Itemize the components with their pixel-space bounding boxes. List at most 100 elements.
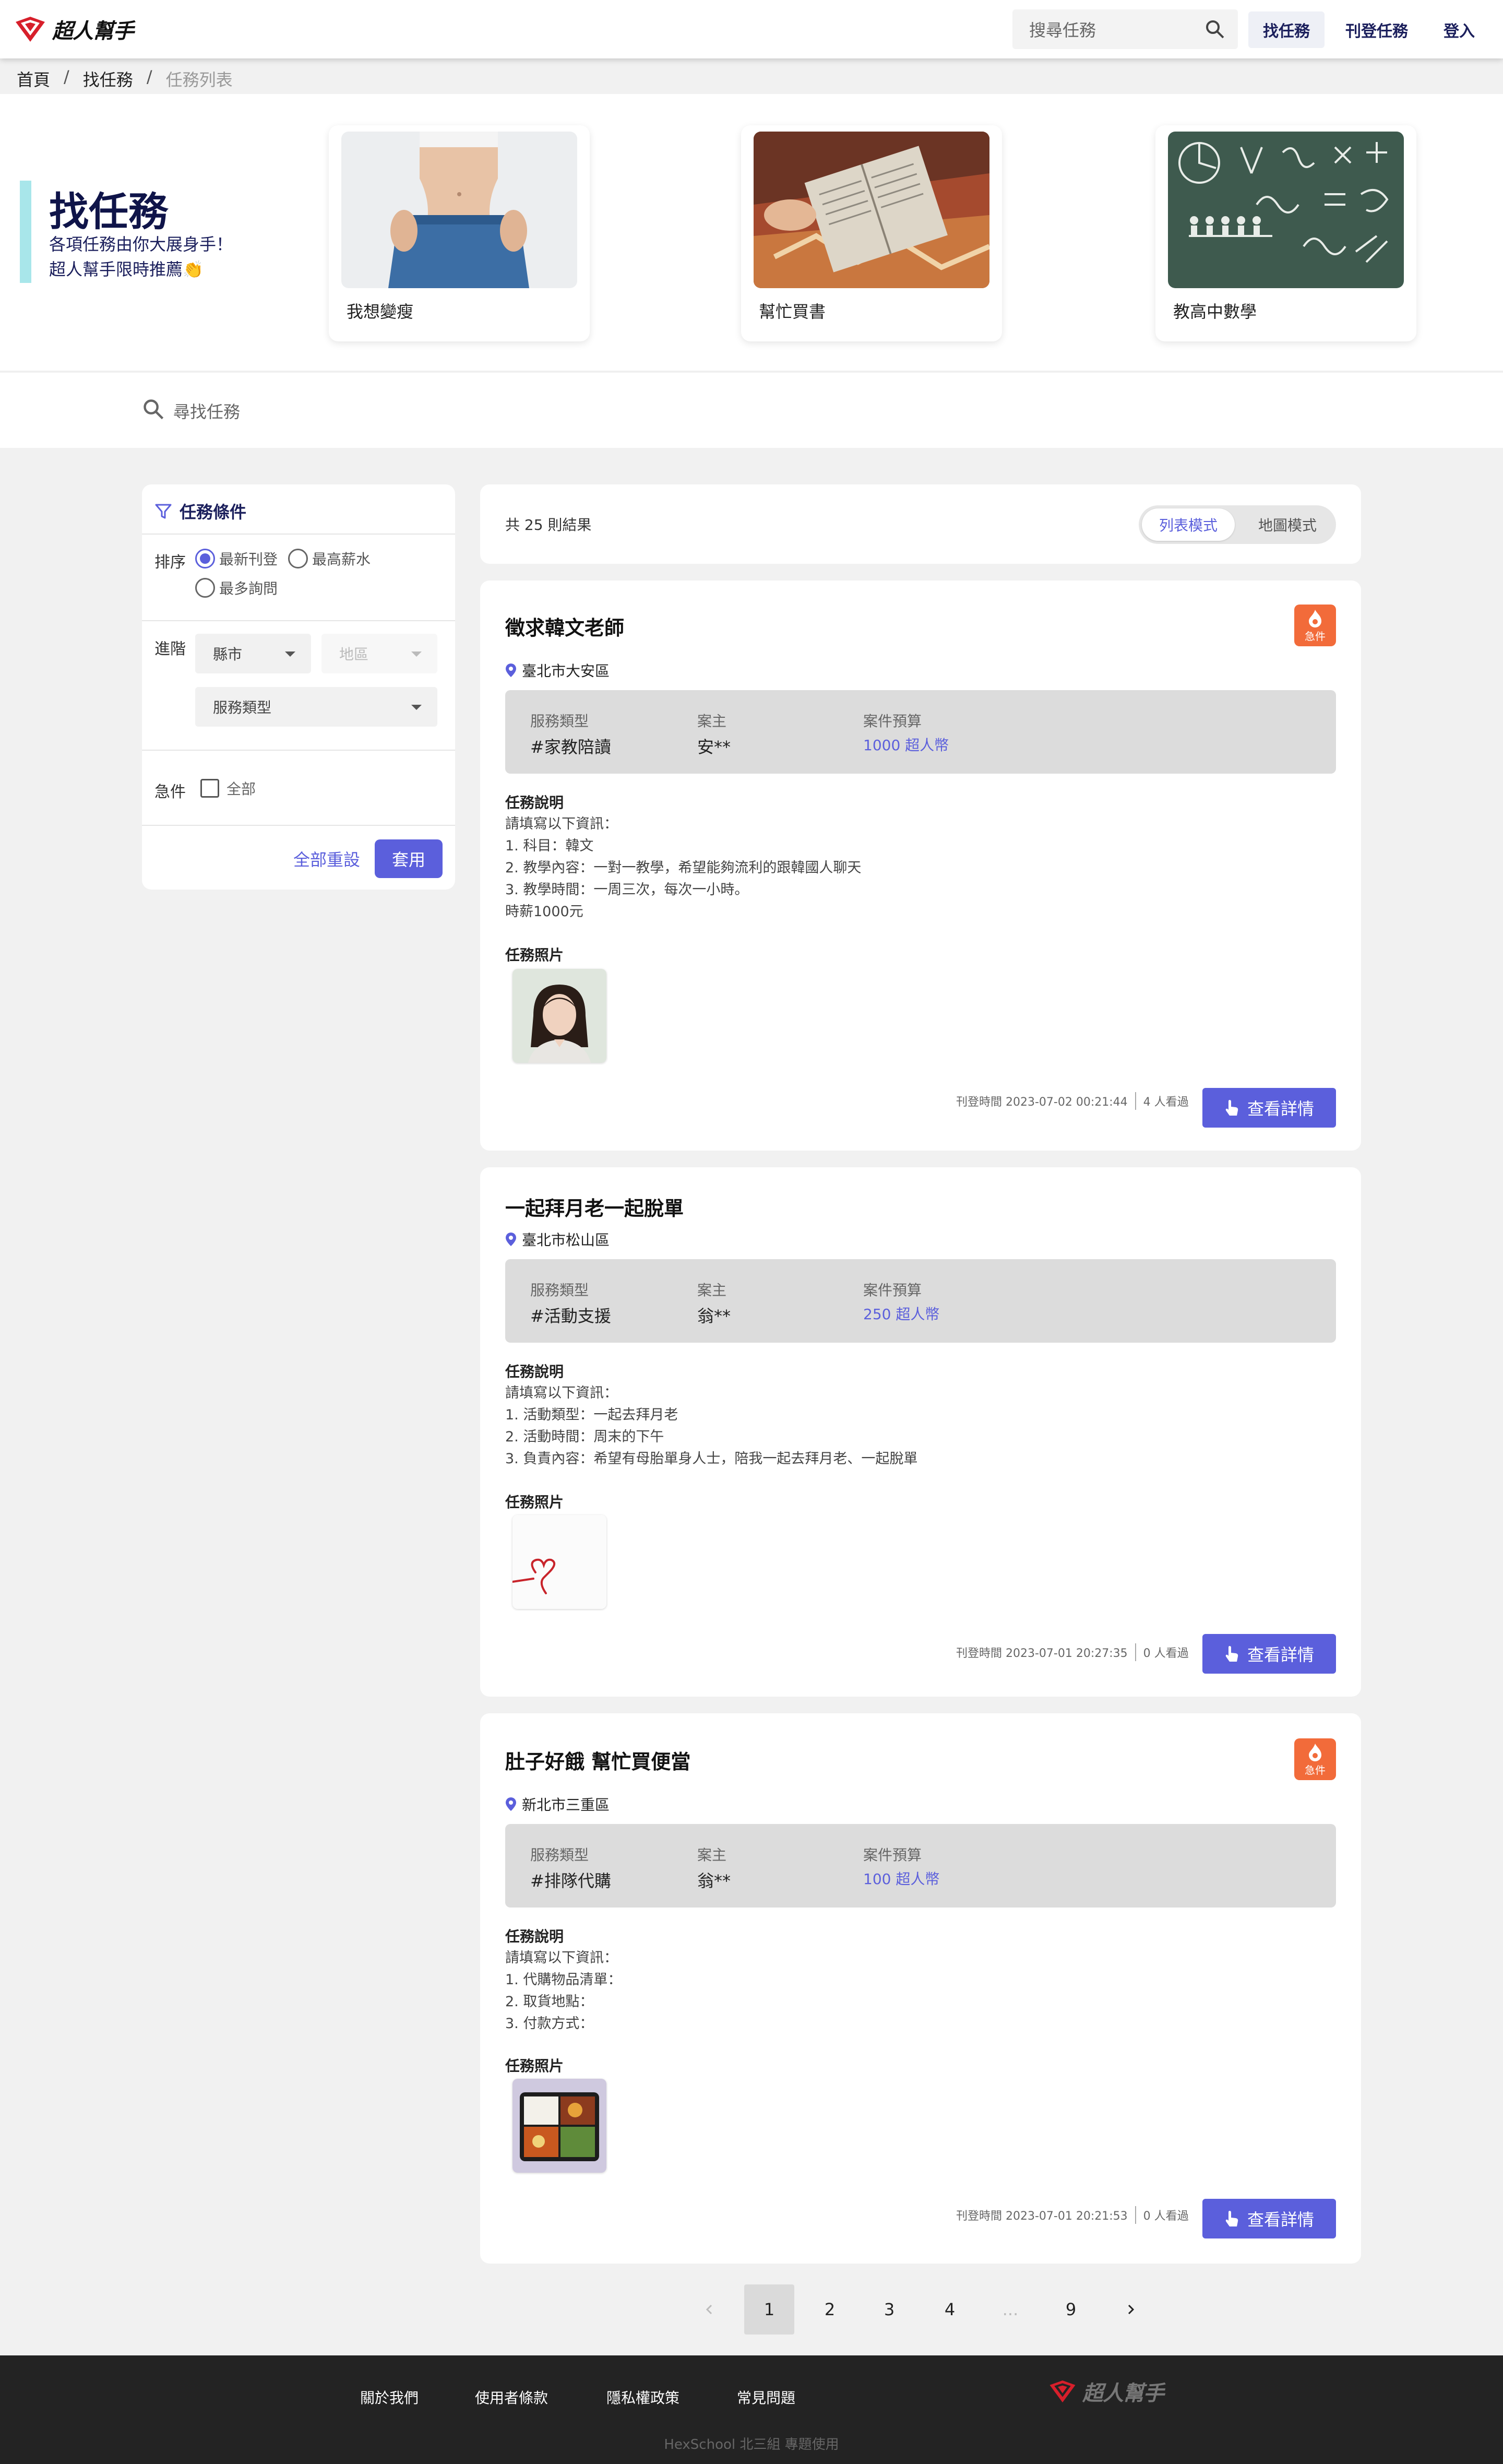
category-card-slim[interactable]: 我想變瘦 [329, 125, 590, 341]
hero-section: 找任務 各項任務由你大展身手！ 超人幫手限時推薦👏 我想變瘦 幫忙買書 教高中數… [0, 94, 1503, 372]
page-button[interactable]: 9 [1046, 2284, 1096, 2335]
district-select-value: 地區 [339, 646, 369, 663]
checkbox[interactable] [200, 779, 219, 798]
map-mode-button[interactable]: 地圖模式 [1243, 508, 1332, 541]
owner-value: 安** [697, 737, 731, 757]
task-photo-portrait[interactable] [512, 969, 606, 1063]
category-image-chalkboard [1168, 132, 1404, 288]
task-location-text: 臺北市大安區 [522, 662, 610, 680]
urgent-badge: 急件 [1294, 1738, 1336, 1780]
chevron-down-icon [285, 651, 295, 657]
radio-selected[interactable] [195, 549, 215, 568]
nav-login[interactable]: 登入 [1429, 11, 1489, 48]
task-photo-heart[interactable] [512, 1515, 606, 1609]
view-detail-button[interactable]: 查看詳情 [1202, 2199, 1336, 2238]
city-select[interactable]: 縣市 [195, 634, 311, 673]
task-location: 臺北市大安區 [505, 660, 610, 681]
view-detail-button[interactable]: 查看詳情 [1202, 1088, 1336, 1128]
photos-heading: 任務照片 [505, 1494, 564, 1511]
task-title[interactable]: 肚子好餓 幫忙買便當 [505, 1746, 690, 1774]
description-line: 1. 活動類型：一起去拜月老 [505, 1407, 678, 1423]
filter-title-text: 任務條件 [180, 502, 247, 522]
sort-option-inquiries[interactable]: 最多詢問 [195, 577, 278, 598]
task-photo-bento[interactable] [512, 2079, 606, 2173]
urgent-badge-text: 急件 [1305, 1764, 1326, 1776]
view-count: 4 人看過 [1143, 1096, 1189, 1109]
radio-unselected[interactable] [195, 578, 215, 598]
view-detail-label: 查看詳情 [1247, 2210, 1314, 2230]
task-meta: 刊登時間 2023-07-01 20:27:35 0 人看過 [956, 1643, 1189, 1661]
logo-text: 超人幫手 [52, 19, 134, 43]
results-header: 共 25 則結果 列表模式 地圖模式 [480, 484, 1361, 564]
search-icon[interactable] [1204, 19, 1225, 40]
apply-button[interactable]: 套用 [375, 839, 443, 878]
copyright: HexSchool 北三組 專題使用 [664, 2437, 839, 2453]
task-info-box: 服務類型 #家教陪讀 案主 安** 案件預算 1000 超人幣 [505, 690, 1336, 774]
hero-subtitle-line: 超人幫手限時推薦👏 [49, 259, 204, 279]
prev-page-button[interactable] [685, 2284, 735, 2335]
budget-label: 案件預算 [863, 1846, 922, 1864]
task-search-bar[interactable]: 尋找任務 [0, 373, 1503, 448]
urgent-badge: 急件 [1294, 605, 1336, 646]
breadcrumb-find[interactable]: 找任務 [83, 67, 133, 91]
footer-link-faq[interactable]: 常見問題 [737, 2387, 795, 2408]
urgent-all-checkbox[interactable]: 全部 [200, 778, 256, 799]
list-mode-button[interactable]: 列表模式 [1142, 508, 1235, 541]
sort-option-latest[interactable]: 最新刊登 [195, 548, 278, 569]
page-button[interactable]: 2 [805, 2284, 855, 2335]
service-type-label: 服務類型 [530, 1282, 589, 1299]
view-detail-button[interactable]: 查看詳情 [1202, 1634, 1336, 1674]
footer-link-privacy[interactable]: 隱私權政策 [606, 2387, 679, 2408]
page-button[interactable]: 4 [925, 2284, 975, 2335]
task-location: 新北市三重區 [505, 1794, 610, 1815]
description-line: 請填寫以下資訊： [505, 1385, 618, 1401]
task-info-box: 服務類型 #活動支援 案主 翁** 案件預算 250 超人幣 [505, 1259, 1336, 1343]
header-search-input[interactable]: 搜尋任務 [1012, 9, 1238, 49]
breadcrumb-current: 任務列表 [165, 70, 233, 90]
category-card-books[interactable]: 幫忙買書 [741, 125, 1002, 341]
task-location-text: 臺北市松山區 [522, 1231, 610, 1249]
sort-option-salary[interactable]: 最高薪水 [288, 548, 371, 569]
logo-text: 超人幫手 [1082, 2382, 1164, 2406]
footer-link-about[interactable]: 關於我們 [360, 2387, 419, 2408]
page-ellipsis: ... [1002, 2300, 1019, 2319]
footer-link-terms[interactable]: 使用者條款 [475, 2387, 548, 2408]
task-title[interactable]: 一起拜月老一起脫單 [505, 1192, 684, 1221]
category-image-book [754, 132, 989, 288]
page-button[interactable]: 3 [864, 2284, 914, 2335]
view-detail-label: 查看詳情 [1247, 1099, 1314, 1119]
category-card-math[interactable]: 教高中數學 [1155, 125, 1416, 341]
task-search-input[interactable]: 尋找任務 [173, 399, 240, 423]
service-type-select[interactable]: 服務類型 [195, 687, 437, 727]
budget-label: 案件預算 [863, 713, 922, 730]
divider [142, 750, 455, 751]
breadcrumb-home[interactable]: 首頁 [17, 67, 50, 91]
reset-all-button[interactable]: 全部重設 [293, 847, 360, 871]
description-line: 3. 教學時間：一周三次，每次一小時。 [505, 882, 749, 898]
fire-icon [1309, 1744, 1321, 1761]
district-select[interactable]: 地區 [321, 634, 437, 673]
category-label: 教高中數學 [1173, 302, 1257, 322]
chevron-down-icon [411, 705, 422, 710]
description-line: 3. 付款方式： [505, 2016, 594, 2032]
chevron-down-icon [411, 651, 422, 657]
filter-panel: 任務條件 排序 最新刊登 最高薪水 最多詢問 進階 縣市 地區 服務類型 急件 … [142, 484, 455, 890]
service-type-label: 服務類型 [530, 713, 589, 730]
task-title[interactable]: 徵求韓文老師 [505, 612, 624, 641]
owner-value: 翁** [697, 1306, 731, 1326]
location-pin-icon [506, 664, 516, 677]
page-button[interactable]: 1 [744, 2284, 794, 2335]
site-logo[interactable]: 超人幫手 [14, 14, 134, 45]
nav-find-task[interactable]: 找任務 [1248, 11, 1325, 48]
nav-post-task[interactable]: 刊登任務 [1335, 11, 1418, 48]
filter-icon [155, 504, 172, 519]
next-page-button[interactable] [1105, 2284, 1155, 2335]
footer-logo[interactable]: 超人幫手 [1048, 2376, 1164, 2407]
urgent-badge-text: 急件 [1305, 630, 1326, 643]
description-line: 2. 取貨地點： [505, 1994, 594, 2010]
description-line: 請填寫以下資訊： [505, 1950, 618, 1966]
radio-unselected[interactable] [288, 549, 308, 568]
results-count: 共 25 則結果 [505, 516, 592, 534]
pointer-hand-icon [1225, 2211, 1238, 2226]
owner-value: 翁** [697, 1871, 731, 1891]
